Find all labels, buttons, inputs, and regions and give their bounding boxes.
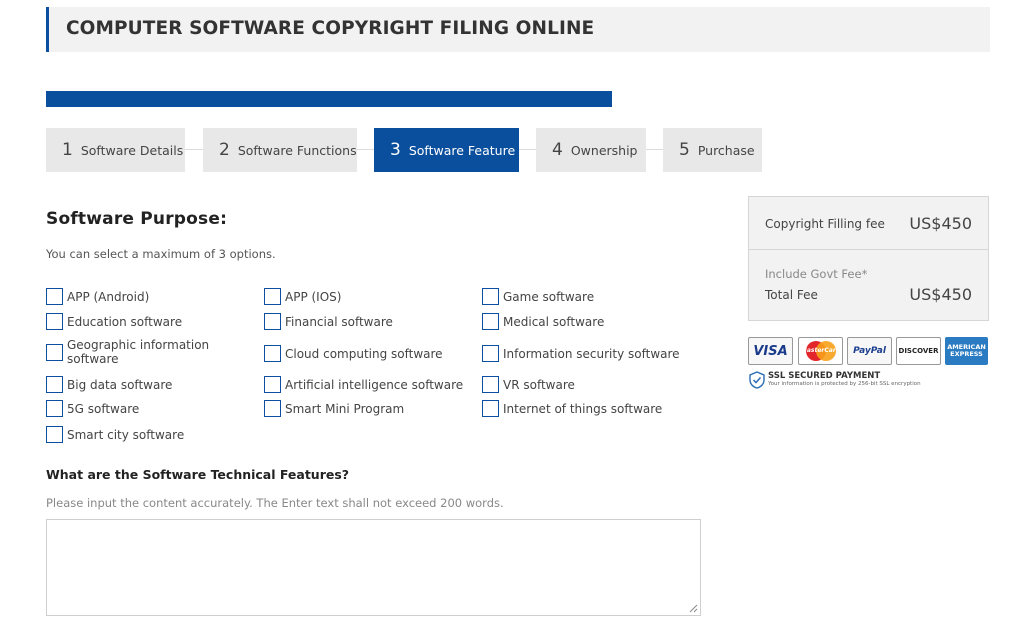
discover-logo: DISCOVER bbox=[896, 337, 941, 365]
mastercard-logo: MasterCard bbox=[798, 337, 843, 365]
option-label: Artificial intelligence software bbox=[285, 377, 464, 392]
technical-features-heading: What are the Software Technical Features… bbox=[46, 467, 350, 482]
option-label: Medical software bbox=[503, 314, 605, 329]
step-ownership[interactable]: 4 Ownership bbox=[536, 128, 646, 172]
shield-check-icon bbox=[749, 371, 765, 389]
option-label: VR software bbox=[503, 377, 575, 392]
step-connector bbox=[518, 149, 536, 150]
total-fee-amount: US$450 bbox=[909, 285, 972, 304]
checkbox[interactable] bbox=[264, 400, 281, 417]
checkbox[interactable] bbox=[264, 376, 281, 393]
option-cloud-computing-software[interactable]: Cloud computing software bbox=[264, 345, 443, 362]
checkbox[interactable] bbox=[46, 313, 63, 330]
checkbox[interactable] bbox=[482, 288, 499, 305]
option-vr-software[interactable]: VR software bbox=[482, 376, 575, 393]
option-information-security-software[interactable]: Information security software bbox=[482, 345, 680, 362]
step-label: Software Details bbox=[80, 142, 184, 158]
option-app-android[interactable]: APP (Android) bbox=[46, 288, 149, 305]
step-number: 1 bbox=[62, 140, 73, 160]
option-financial-software[interactable]: Financial software bbox=[264, 313, 393, 330]
progress-bar bbox=[46, 91, 612, 107]
step-number: 3 bbox=[390, 140, 401, 160]
step-label: Purchase bbox=[697, 142, 755, 158]
step-number: 4 bbox=[552, 140, 563, 160]
step-label: Software Functions bbox=[237, 142, 357, 158]
page-header: COMPUTER SOFTWARE COPYRIGHT FILING ONLIN… bbox=[46, 7, 990, 52]
option-label: Big data software bbox=[67, 377, 173, 392]
step-purchase[interactable]: 5 Purchase bbox=[663, 128, 762, 172]
option-label: APP (IOS) bbox=[285, 289, 342, 304]
checkbox[interactable] bbox=[46, 376, 63, 393]
option-medical-software[interactable]: Medical software bbox=[482, 313, 604, 330]
page-title: COMPUTER SOFTWARE COPYRIGHT FILING ONLIN… bbox=[66, 18, 595, 39]
fee-summary: Copyright Filling fee US$450 Include Gov… bbox=[748, 196, 989, 321]
checkbox[interactable] bbox=[264, 313, 281, 330]
checkbox[interactable] bbox=[482, 376, 499, 393]
step-software-functions[interactable]: 2 Software Functions bbox=[203, 128, 357, 172]
fee-row: Copyright Filling fee US$450 bbox=[749, 197, 988, 250]
option-label: Information security software bbox=[503, 346, 680, 361]
checkbox[interactable] bbox=[482, 313, 499, 330]
total-fee-label: Total Fee bbox=[765, 288, 818, 302]
filing-fee-label: Copyright Filling fee bbox=[765, 217, 885, 231]
checkbox[interactable] bbox=[46, 400, 63, 417]
option-label: Smart Mini Program bbox=[285, 401, 405, 416]
paypal-logo: PayPal bbox=[847, 337, 892, 365]
purpose-hint: You can select a maximum of 3 options. bbox=[46, 247, 276, 261]
option-app-ios[interactable]: APP (IOS) bbox=[264, 288, 341, 305]
option-smart-mini-program[interactable]: Smart Mini Program bbox=[264, 400, 404, 417]
option-game-software[interactable]: Game software bbox=[482, 288, 594, 305]
option-smart-city-software[interactable]: Smart city software bbox=[46, 426, 184, 443]
checkbox[interactable] bbox=[46, 343, 63, 361]
option-label: Smart city software bbox=[67, 427, 185, 442]
checkbox[interactable] bbox=[46, 288, 63, 305]
option-label: Financial software bbox=[285, 314, 393, 329]
ssl-secured-badge: SSL SECURED PAYMENT Your information is … bbox=[749, 371, 921, 389]
option-label: Internet of things software bbox=[503, 401, 663, 416]
option-5g-software[interactable]: 5G software bbox=[46, 400, 139, 417]
american-express-logo: AMERICAN EXPRESS bbox=[945, 337, 988, 365]
checkbox[interactable] bbox=[46, 426, 63, 443]
visa-logo: VISA bbox=[748, 337, 793, 365]
step-number: 5 bbox=[679, 140, 690, 160]
option-artificial-intelligence-software[interactable]: Artificial intelligence software bbox=[264, 376, 463, 393]
option-label: Geographic information software bbox=[67, 338, 210, 366]
step-connector bbox=[185, 149, 203, 150]
option-geographic-information-software[interactable]: Geographic information software bbox=[46, 338, 217, 366]
option-label: Game software bbox=[503, 289, 595, 304]
step-label: Software Feature bbox=[408, 142, 516, 158]
step-label: Ownership bbox=[570, 142, 638, 158]
step-connector bbox=[645, 149, 663, 150]
software-purpose-heading: Software Purpose: bbox=[46, 209, 228, 229]
option-label: 5G software bbox=[67, 401, 140, 416]
checkbox[interactable] bbox=[482, 400, 499, 417]
ssl-title: SSL SECURED PAYMENT bbox=[768, 371, 881, 381]
step-software-details[interactable]: 1 Software Details bbox=[46, 128, 185, 172]
option-big-data-software[interactable]: Big data software bbox=[46, 376, 172, 393]
ssl-subtitle: Your information is protected by 256-bit… bbox=[768, 381, 921, 387]
option-education-software[interactable]: Education software bbox=[46, 313, 182, 330]
govt-fee-note: Include Govt Fee* bbox=[765, 267, 868, 281]
technical-features-hint: Please input the content accurately. The… bbox=[46, 496, 504, 510]
checkbox[interactable] bbox=[264, 345, 281, 362]
resize-grip-icon[interactable] bbox=[689, 604, 698, 613]
option-label: Education software bbox=[67, 314, 183, 329]
option-label: APP (Android) bbox=[67, 289, 150, 304]
checkbox[interactable] bbox=[482, 345, 499, 362]
step-connector bbox=[356, 149, 374, 150]
checkbox[interactable] bbox=[264, 288, 281, 305]
step-software-feature[interactable]: 3 Software Feature bbox=[374, 128, 519, 172]
option-label: Cloud computing software bbox=[285, 346, 443, 361]
step-number: 2 bbox=[219, 140, 230, 160]
option-internet-of-things-software[interactable]: Internet of things software bbox=[482, 400, 662, 417]
technical-features-textarea[interactable] bbox=[46, 519, 701, 616]
filing-fee-amount: US$450 bbox=[909, 214, 972, 233]
